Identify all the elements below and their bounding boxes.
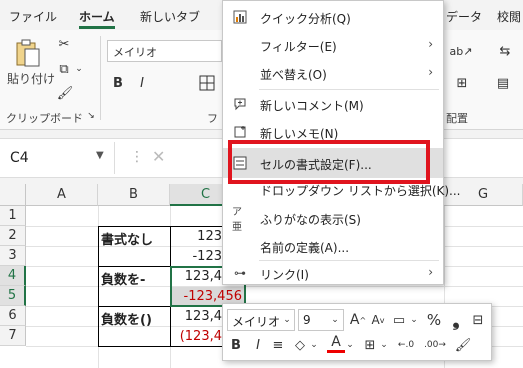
cell-b2[interactable]: 書式なし [101, 229, 153, 248]
fill-color-icon[interactable]: ◇ [291, 335, 309, 355]
menu-item-sort[interactable]: 並べ替え(O) › [223, 59, 443, 87]
mini-format-painter-icon[interactable]: 🖌 [453, 335, 473, 355]
submenu-arrow-icon: › [428, 65, 433, 79]
active-tab-indicator [79, 26, 115, 29]
menu-item-quick-analysis[interactable]: クイック分析(Q) [223, 3, 443, 31]
borders-dropdown-icon[interactable]: ⌄ [379, 335, 389, 355]
row-header-5[interactable]: 5 [0, 286, 26, 306]
row-header-1[interactable]: 1 [0, 206, 26, 226]
clipboard-group-label: クリップボード [6, 112, 83, 125]
menu-item-filter[interactable]: フィルター(E) › [223, 31, 443, 59]
cell-c4[interactable]: 123,4 [172, 269, 222, 284]
tab-new[interactable]: 新しいタブ [140, 8, 200, 25]
highlight-frame [228, 140, 430, 184]
new-comment-icon [232, 96, 248, 112]
decrease-decimal-icon[interactable]: .00→ [423, 335, 447, 355]
copy-dropdown-icon[interactable]: ⌄ [74, 60, 84, 78]
column-header-a[interactable]: A [26, 184, 98, 206]
clipboard-launcher-icon[interactable]: ↘ [86, 110, 96, 122]
font-dropdown-icon[interactable]: ⌄ [281, 313, 293, 327]
menu-item-label: フィルター(E) [260, 40, 337, 54]
fill-color-dropdown-icon[interactable]: ⌄ [309, 335, 319, 355]
menu-item-link[interactable]: ⊶ リンク(I) › [223, 259, 443, 287]
row-header-6[interactable]: 6 [0, 306, 26, 326]
menu-item-label: ふりがなの表示(S) [260, 213, 361, 227]
bold-button[interactable]: B [110, 74, 126, 92]
menu-item-label: 並べ替え(O) [260, 68, 327, 82]
quick-analysis-icon [232, 9, 248, 25]
menu-item-label: 新しいコメント(M) [260, 99, 364, 113]
mini-toolbar: メイリオ ⌄ 9 ⌄ A ^ Av ▭ ⌄ % ❟ ⊟ B I ≡ ◇ ⌄ A ⌄… [222, 303, 492, 361]
row-header-3[interactable]: 3 [0, 246, 26, 266]
row-header-7[interactable]: 7 [0, 326, 26, 346]
group-separator [100, 36, 101, 120]
borders-icon[interactable] [198, 74, 216, 92]
cell-c5[interactable]: -123,456 [172, 289, 242, 304]
new-note-icon [232, 124, 248, 140]
merge-dropdown-icon[interactable]: ▤ [494, 74, 512, 92]
percent-style-button[interactable]: % [425, 310, 443, 330]
italic-button[interactable]: I [134, 74, 150, 92]
cancel-entry-icon[interactable]: ✕ [152, 147, 165, 166]
mini-italic-button[interactable]: I [249, 335, 267, 355]
tab-review[interactable]: 校閲 [497, 8, 521, 25]
cell-c6[interactable]: 123,4 [172, 309, 222, 324]
font-name-select[interactable]: メイリオ [107, 40, 222, 62]
row-header-2[interactable]: 2 [0, 226, 26, 246]
font-group-label: フ [207, 112, 218, 125]
submenu-arrow-icon: › [428, 37, 433, 51]
merge-cells-icon[interactable]: ⊟ [469, 310, 487, 330]
menu-item-label: 名前の定義(A)... [260, 241, 350, 255]
cell-c7[interactable]: (123,4 [172, 329, 222, 344]
menu-item-new-comment[interactable]: 新しいコメント(M) [223, 90, 443, 118]
grow-font-icon[interactable]: A ^ [349, 310, 367, 330]
number-format-dropdown-icon[interactable]: ⌄ [409, 310, 419, 330]
tab-home[interactable]: ホーム [79, 8, 115, 25]
wrap-text-icon[interactable]: ⇆ [493, 42, 517, 60]
cell-b6[interactable]: 負数を() [101, 309, 152, 328]
cell-b4[interactable]: 負数を- [101, 269, 145, 288]
name-box-dropdown-icon[interactable]: ▼ [96, 150, 104, 161]
mini-borders-icon[interactable]: ⊞ [361, 335, 379, 355]
select-all-corner[interactable] [0, 184, 26, 206]
link-icon: ⊶ [234, 266, 246, 280]
mini-bold-button[interactable]: B [227, 335, 245, 355]
font-color-icon[interactable]: A [327, 333, 345, 353]
paste-label[interactable]: 貼り付け [7, 70, 55, 87]
tab-data[interactable]: データ [446, 8, 482, 25]
cell-c3[interactable]: -123 [172, 249, 222, 264]
submenu-arrow-icon: › [428, 265, 433, 279]
row-header-4[interactable]: 4 [0, 266, 26, 286]
align-center-icon[interactable]: ≡ [269, 335, 287, 355]
comma-style-button[interactable]: ❟ [449, 310, 463, 331]
menu-item-define-name[interactable]: 名前の定義(A)... [223, 232, 443, 260]
shrink-font-icon[interactable]: Av [369, 310, 387, 330]
font-color-dropdown-icon[interactable]: ⌄ [345, 335, 355, 355]
alignment-group-label: 配置 [446, 112, 468, 125]
orientation-icon[interactable]: ab↗ [450, 42, 473, 60]
merge-center-icon[interactable]: ⊞ [453, 74, 471, 92]
phonetic-icon: ア亜 [232, 207, 242, 233]
cut-icon[interactable]: ✂ [56, 36, 72, 52]
format-painter-icon[interactable]: 🖌 [56, 84, 74, 102]
tab-file[interactable]: ファイル [9, 8, 57, 25]
number-format-icon[interactable]: ▭ [389, 310, 409, 330]
menu-item-label: リンク(I) [260, 268, 309, 282]
menu-item-label: クイック分析(Q) [260, 12, 351, 26]
size-dropdown-icon[interactable]: ⌄ [329, 313, 341, 327]
column-header-b[interactable]: B [98, 184, 170, 206]
paste-icon[interactable] [14, 38, 42, 68]
cell-c2[interactable]: 123 [172, 229, 222, 244]
formula-bar-separator: ⋮ [130, 149, 144, 165]
copy-icon[interactable]: ⧉ [54, 60, 74, 78]
menu-item-label: ドロップダウン リストから選択(K)... [260, 184, 461, 198]
increase-decimal-icon[interactable]: ←.0 [395, 335, 417, 355]
menu-item-phonetic[interactable]: ア亜 ふりがなの表示(S) [223, 204, 443, 233]
